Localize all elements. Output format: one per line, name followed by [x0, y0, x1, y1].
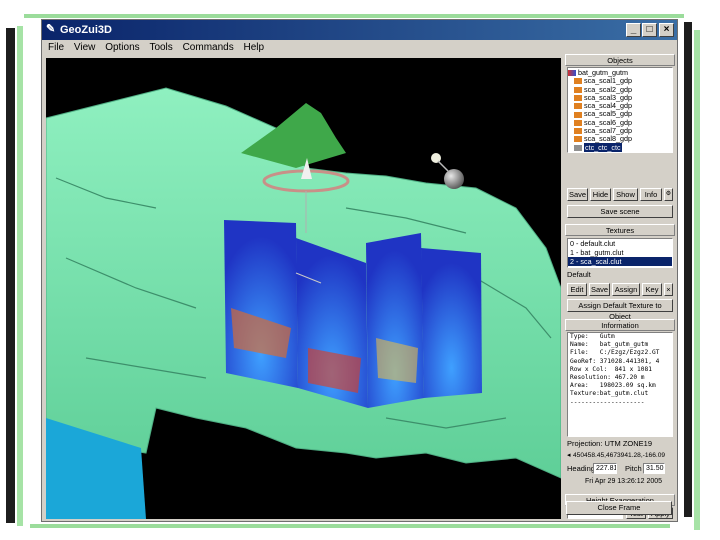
scalar-icon: [574, 111, 582, 118]
pitch-input[interactable]: 31.50: [643, 463, 665, 474]
pitch-label: Pitch: [625, 464, 642, 473]
assign-button[interactable]: Assign: [612, 283, 640, 296]
info-button[interactable]: Info: [640, 188, 662, 201]
slide-bottom-bar: [30, 524, 670, 528]
info-line: Texture:bat_gutm.clut: [570, 390, 649, 398]
close-frame-button[interactable]: Close Frame: [566, 501, 672, 515]
key-button[interactable]: Key: [642, 283, 662, 296]
app-icon: ✎: [46, 23, 56, 35]
scalar-icon: [574, 136, 582, 143]
slide-right-bar-green: [694, 30, 700, 530]
texture-close-icon[interactable]: ×: [664, 283, 673, 296]
info-line: Name: bat_gutm_gutm: [570, 341, 649, 349]
textures-list[interactable]: 0 - default.clut 1 - bat_gutm.clut 2 - s…: [567, 238, 673, 268]
window-title: GeoZui3D: [60, 24, 112, 36]
datetime-label: Fri Apr 29 13:26:12 2005: [585, 478, 663, 485]
objects-title: Objects: [565, 54, 675, 66]
edit-button[interactable]: Edit: [567, 283, 587, 296]
assign-default-texture-button[interactable]: Assign Default Texture to Object: [567, 299, 673, 321]
slide-left-bar-green: [17, 26, 23, 526]
arrow-left-icon[interactable]: ◂: [567, 451, 571, 461]
texture-item[interactable]: 0 - default.clut: [568, 239, 672, 248]
objects-list[interactable]: bat_gutm_gutm sca_scal1_gdp sca_scal2_gd…: [567, 67, 673, 153]
side-panel: Objects bat_gutm_gutm sca_scal1_gdp sca_…: [565, 54, 675, 519]
texture-save-button[interactable]: Save: [589, 283, 610, 296]
information-box[interactable]: Type: Gutm Name: bat_gutm_gutm File: C:/…: [567, 332, 673, 437]
show-button[interactable]: Show: [613, 188, 638, 201]
textures-title: Textures: [565, 224, 675, 236]
heading-label: Heading: [567, 464, 595, 473]
object-item-selected[interactable]: ctc_ctc_ctc: [568, 142, 672, 152]
heading-input[interactable]: 227.81: [593, 463, 617, 474]
info-line: Resolution: 467.20 m: [570, 374, 645, 382]
info-line: --------------------: [570, 398, 645, 406]
menu-commands[interactable]: Commands: [183, 42, 234, 53]
3d-viewport[interactable]: [46, 58, 561, 519]
scalar-icon: [574, 119, 582, 126]
object-save-button[interactable]: Save: [567, 188, 588, 201]
info-line: File: C:/Ezgz/Ezgz2.GT: [570, 349, 660, 357]
vehicle-icon: [574, 144, 582, 151]
menu-options[interactable]: Options: [105, 42, 139, 53]
hide-button[interactable]: Hide: [590, 188, 611, 201]
title-bar: ✎ GeoZui3D _ □ ×: [42, 20, 677, 40]
menu-file[interactable]: File: [48, 42, 64, 53]
menu-view[interactable]: View: [74, 42, 96, 53]
menu-tools[interactable]: Tools: [149, 42, 172, 53]
scalar-icon: [574, 94, 582, 101]
app-window: ✎ GeoZui3D _ □ × File View Options Tools…: [41, 19, 678, 522]
slide-top-bar: [24, 14, 684, 18]
default-label: Default: [567, 270, 591, 279]
info-line: Type: Gutm: [570, 333, 615, 340]
grid-icon: [568, 70, 576, 77]
maximize-button[interactable]: □: [642, 23, 657, 37]
minimize-button[interactable]: _: [626, 23, 641, 37]
scene-svg: [46, 87, 561, 519]
save-scene-button[interactable]: Save scene: [567, 205, 673, 218]
scalar-icon: [574, 78, 582, 85]
info-line: GeoRef: 371028.441301, 4: [570, 357, 660, 365]
info-line: Row x Col: 841 x 1081: [570, 365, 652, 373]
close-button[interactable]: ×: [659, 23, 674, 37]
info-line: Area: 198023.09 sq.km: [570, 382, 656, 390]
menu-help[interactable]: Help: [244, 42, 265, 53]
slide-left-bar: [6, 28, 15, 523]
scalar-icon: [574, 103, 582, 110]
coordinate-readout: 450458.45,4673941.28,-166.09: [573, 452, 666, 459]
texture-item[interactable]: 1 - bat_gutm.clut: [568, 248, 672, 257]
texture-item-selected[interactable]: 2 - sca_scal.clut: [568, 257, 672, 266]
projection-label: Projection: UTM ZONE19: [567, 439, 653, 448]
scalar-icon: [574, 128, 582, 135]
scalar-icon: [574, 86, 582, 93]
information-title: Information: [565, 319, 675, 331]
object-options-icon[interactable]: ⚙: [664, 188, 673, 201]
slide-right-bar: [684, 22, 692, 517]
